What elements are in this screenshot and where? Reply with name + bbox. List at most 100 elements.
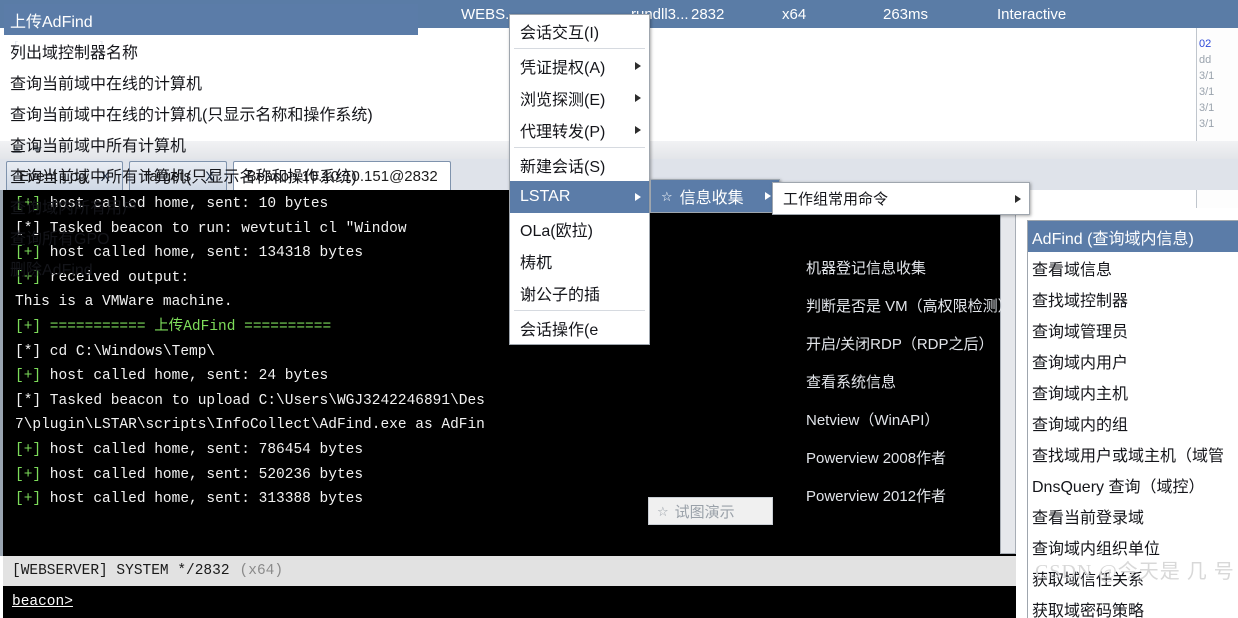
menu-item-label: 查看域信息 bbox=[1032, 261, 1113, 279]
menu-item-label: 新建会话(S) bbox=[520, 159, 606, 176]
console-line-tag: [*] bbox=[15, 392, 42, 409]
menu-item-query-all-domain-users[interactable]: 查询域内所有用户 bbox=[4, 190, 418, 221]
menu-item-upload-adfind[interactable]: 上传AdFind bbox=[4, 4, 418, 35]
menu-item-query-online-computers[interactable]: 查询当前域中在线的计算机 bbox=[4, 66, 418, 97]
menu-item-label: 查询当前域中在线的计算机 bbox=[10, 75, 203, 93]
menu-item-label: 查询域内用户 bbox=[1032, 354, 1129, 372]
console-line: [+] host called home, sent: 313388 bytes bbox=[15, 487, 1016, 512]
menu-item-find-user-or-host[interactable]: 查找域用户或域主机（域管 bbox=[1028, 438, 1238, 469]
menu-item-label: 信息收集 bbox=[679, 190, 744, 207]
chevron-right-icon bbox=[635, 193, 641, 201]
menu-item-ola[interactable]: OLa(欧拉) bbox=[510, 213, 649, 245]
csdn-watermark: CSDN @今天是 几 号 bbox=[1035, 561, 1235, 583]
menu-item-label: 查找域控制器 bbox=[1032, 292, 1129, 310]
menu-item-label: AdFind (查询域内信息) bbox=[1032, 230, 1194, 248]
console-line-text: host called home, sent: 786454 bytes bbox=[41, 441, 364, 458]
console-line: [+] host called home, sent: 24 bytes bbox=[15, 364, 1016, 389]
menu-item-view-current-login-domain[interactable]: 查看当前登录域 bbox=[1028, 500, 1238, 531]
chevron-right-icon bbox=[635, 126, 641, 134]
menu-item-label: 查找域用户或域主机（域管 bbox=[1032, 447, 1225, 465]
menu-item-dnsquery[interactable]: DnsQuery 查询（域控） bbox=[1028, 469, 1238, 500]
menu-item-query-all-gpo[interactable]: 查询所有GPO bbox=[4, 221, 418, 252]
menu-item-info-collect[interactable]: ☆ 信息收集 bbox=[651, 180, 779, 212]
menu-item-label: 会话交互(I) bbox=[520, 25, 600, 42]
console-line-tag: [+] bbox=[15, 318, 42, 335]
menu-item-label: 上传AdFind bbox=[10, 13, 93, 31]
console-line-text: host called home, sent: 24 bytes bbox=[41, 368, 329, 385]
menu-item-label: 获取域密码策略 bbox=[1032, 602, 1145, 618]
menu-item-query-domain-users[interactable]: 查询域内用户 bbox=[1028, 345, 1238, 376]
menu-item-xiegongzi-plugin[interactable]: 谢公子的插 bbox=[510, 277, 649, 309]
menu-item-label: 删除AdFind bbox=[10, 261, 93, 279]
menu-item-label: 梼杌 bbox=[520, 255, 553, 272]
console-line-tag: [*] bbox=[15, 343, 42, 360]
session-context-menu: 会话交互(I) 凭证提权(A) 浏览探测(E) 代理转发(P) 新建会话(S) … bbox=[509, 14, 650, 345]
menu-separator bbox=[514, 310, 645, 311]
menu-item-query-all-computers[interactable]: 查询当前域中所有计算机 bbox=[4, 128, 418, 159]
adfind-command-submenu: 上传AdFind 列出域控制器名称 查询当前域中在线的计算机 查询当前域中在线的… bbox=[0, 0, 422, 287]
console-line: [+] host called home, sent: 786454 bytes bbox=[15, 438, 1016, 463]
console-line-text: host called home, sent: 520236 bytes bbox=[41, 466, 364, 483]
menu-item-browse-probe[interactable]: 浏览探测(E) bbox=[510, 82, 649, 114]
menu-item-label: 查询域内所有用户 bbox=[10, 199, 139, 217]
menu-item-label: 工作组常用命令 bbox=[783, 191, 889, 208]
menu-item-lstar[interactable]: LSTAR bbox=[510, 181, 649, 213]
bg-line-2: 02 bbox=[1199, 38, 1212, 50]
status-arch: (x64) bbox=[239, 563, 284, 579]
menu-item-get-domain-password-policy[interactable]: 获取域密码策略 bbox=[1028, 593, 1238, 618]
prompt-label: beacon> bbox=[12, 594, 73, 610]
menu-item-query-online-computers-brief[interactable]: 查询当前域中在线的计算机(只显示名称和操作系统) bbox=[4, 97, 418, 128]
menu-item-query-domain-admins[interactable]: 查询域管理员 bbox=[1028, 314, 1238, 345]
menu-item-label: LSTAR bbox=[520, 188, 571, 205]
menu-item-proxy-pivot[interactable]: 代理转发(P) bbox=[510, 114, 649, 146]
menu-item-query-domain-hosts[interactable]: 查询域内主机 bbox=[1028, 376, 1238, 407]
menu-item-label: 查询当前域中在线的计算机(只显示名称和操作系统) bbox=[10, 106, 373, 124]
beacon-status-bar: [WEBSERVER] SYSTEM */2832 (x64) bbox=[3, 556, 1016, 586]
menu-item-label: OLa(欧拉) bbox=[520, 223, 593, 240]
menu-item-label: 列出域控制器名称 bbox=[10, 44, 139, 62]
menu-item-session-operations[interactable]: 会话操作(e bbox=[510, 312, 649, 344]
menu-item-delete-adfind[interactable]: 删除AdFind bbox=[4, 252, 418, 283]
session-col-arch[interactable]: x64 bbox=[782, 6, 883, 23]
console-scrollbar[interactable] bbox=[1000, 192, 1016, 554]
chevron-right-icon bbox=[635, 62, 641, 70]
status-text: [WEBSERVER] SYSTEM */2832 bbox=[12, 563, 230, 579]
bg-line-4: 3/1 bbox=[1199, 70, 1215, 82]
menu-item-label: 试图演示 bbox=[674, 503, 735, 521]
menu-item-view-domain-info[interactable]: 查看域信息 bbox=[1028, 252, 1238, 283]
session-col-note[interactable]: Interactive bbox=[997, 6, 1066, 23]
menu-item-adfind-domain-info[interactable]: AdFind (查询域内信息) bbox=[1028, 221, 1238, 252]
bg-line-6: 3/1 bbox=[1199, 102, 1215, 114]
console-line-tag: [+] bbox=[15, 368, 42, 385]
menu-item-workgroup-commands[interactable]: 工作组常用命令 bbox=[773, 183, 1029, 214]
menu-item-label: 会话操作(e bbox=[520, 322, 599, 339]
console-line: [+] host called home, sent: 520236 bytes bbox=[15, 463, 1016, 488]
console-line-tag: [+] bbox=[15, 491, 42, 508]
console-line: [*] Tasked beacon to upload C:\Users\WGJ… bbox=[15, 389, 1016, 414]
menu-item-new-session[interactable]: 新建会话(S) bbox=[510, 149, 649, 181]
lstar-submenu: ☆ 信息收集 bbox=[650, 179, 780, 213]
menu-separator bbox=[514, 147, 645, 148]
menu-item-session-interact[interactable]: 会话交互(I) bbox=[510, 15, 649, 47]
session-col-last[interactable]: 263ms bbox=[883, 6, 997, 23]
star-icon: ☆ bbox=[661, 188, 673, 204]
menu-item-list-dc-names[interactable]: 列出域控制器名称 bbox=[4, 35, 418, 66]
menu-item-credential-escalation[interactable]: 凭证提权(A) bbox=[510, 50, 649, 82]
menu-item-find-dc[interactable]: 查找域控制器 bbox=[1028, 283, 1238, 314]
chevron-right-icon bbox=[765, 192, 771, 200]
menu-item-taowu[interactable]: 梼杌 bbox=[510, 245, 649, 277]
star-icon: ☆ bbox=[657, 503, 669, 519]
menu-separator bbox=[514, 48, 645, 49]
console-line-text: 7\plugin\LSTAR\scripts\InfoCollect\AdFin… bbox=[15, 417, 485, 434]
console-line-text: Tasked beacon to upload C:\Users\WGJ3242… bbox=[41, 392, 485, 409]
menu-item-query-all-computers-brief[interactable]: 查询当前域中所有计算机(只显示名称和操作系统) bbox=[4, 159, 418, 190]
menu-item-label: 谢公子的插 bbox=[520, 287, 601, 304]
bg-line-5: 3/1 bbox=[1199, 86, 1215, 98]
menu-item-query-domain-groups[interactable]: 查询域内的组 bbox=[1028, 407, 1238, 438]
beacon-prompt-bar[interactable]: beacon> bbox=[3, 586, 1016, 618]
console-line-text: host called home, sent: 313388 bytes bbox=[41, 491, 364, 508]
info-collect-submenu: 工作组常用命令 bbox=[772, 182, 1030, 215]
menu-item-label: DnsQuery 查询（域控） bbox=[1032, 478, 1205, 496]
background-menu-item: ☆ 试图演示 bbox=[648, 497, 773, 525]
session-col-pid[interactable]: 2832 bbox=[691, 6, 782, 23]
